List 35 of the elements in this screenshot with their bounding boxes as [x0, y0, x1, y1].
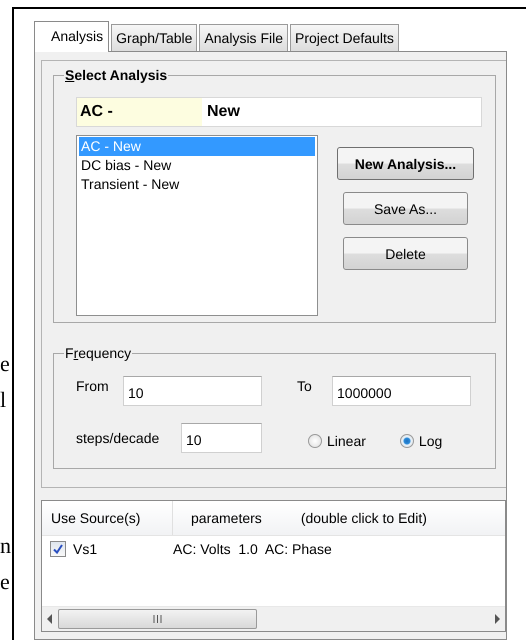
analysis-list[interactable]: AC - New DC bias - New Transient - New: [76, 135, 318, 316]
radio-button[interactable]: [308, 434, 322, 448]
radio-label: Log: [418, 433, 442, 449]
horizontal-scrollbar[interactable]: [42, 606, 505, 631]
action-button[interactable]: Save As...: [343, 192, 468, 225]
radio-label: Linear: [327, 433, 366, 449]
action-button[interactable]: Delete: [343, 237, 468, 270]
tab[interactable]: Analysis: [34, 21, 110, 52]
scroll-thumb[interactable]: [58, 609, 257, 629]
table-cell-text: Vs1: [73, 540, 98, 556]
tab[interactable]: Analysis File: [199, 24, 288, 51]
name-field[interactable]: AC - New: [76, 97, 482, 127]
column-header[interactable]: parameters: [191, 510, 262, 526]
field-label: From: [76, 378, 110, 394]
field-label: To: [297, 378, 313, 394]
column-header[interactable]: (double click to Edit): [300, 510, 427, 526]
name-value: New: [206, 102, 240, 122]
text-fragment: l: [0, 386, 6, 414]
steps-field[interactable]: 10: [181, 423, 262, 453]
from-field[interactable]: 10: [123, 376, 262, 406]
list-item[interactable]: Transient - New: [79, 175, 315, 194]
action-button[interactable]: New Analysis...: [337, 147, 474, 180]
list-item[interactable]: DC bias - New: [79, 156, 315, 175]
name-prefix: AC -: [77, 98, 202, 126]
text-fragment: e: [0, 350, 10, 378]
tab[interactable]: Graph/Table: [111, 24, 198, 51]
text-fragment: n: [0, 532, 11, 560]
column-header[interactable]: Use Source(s): [42, 501, 173, 535]
checkbox[interactable]: [50, 540, 66, 556]
to-field[interactable]: 1000000: [332, 376, 471, 406]
field-label: steps/decade: [76, 430, 160, 446]
table-cell: AC: Volts 1.0 AC: Phase: [173, 540, 332, 556]
text-fragment: e: [0, 568, 10, 596]
radio-button[interactable]: [400, 434, 414, 448]
tab[interactable]: Project Defaults: [290, 24, 399, 51]
